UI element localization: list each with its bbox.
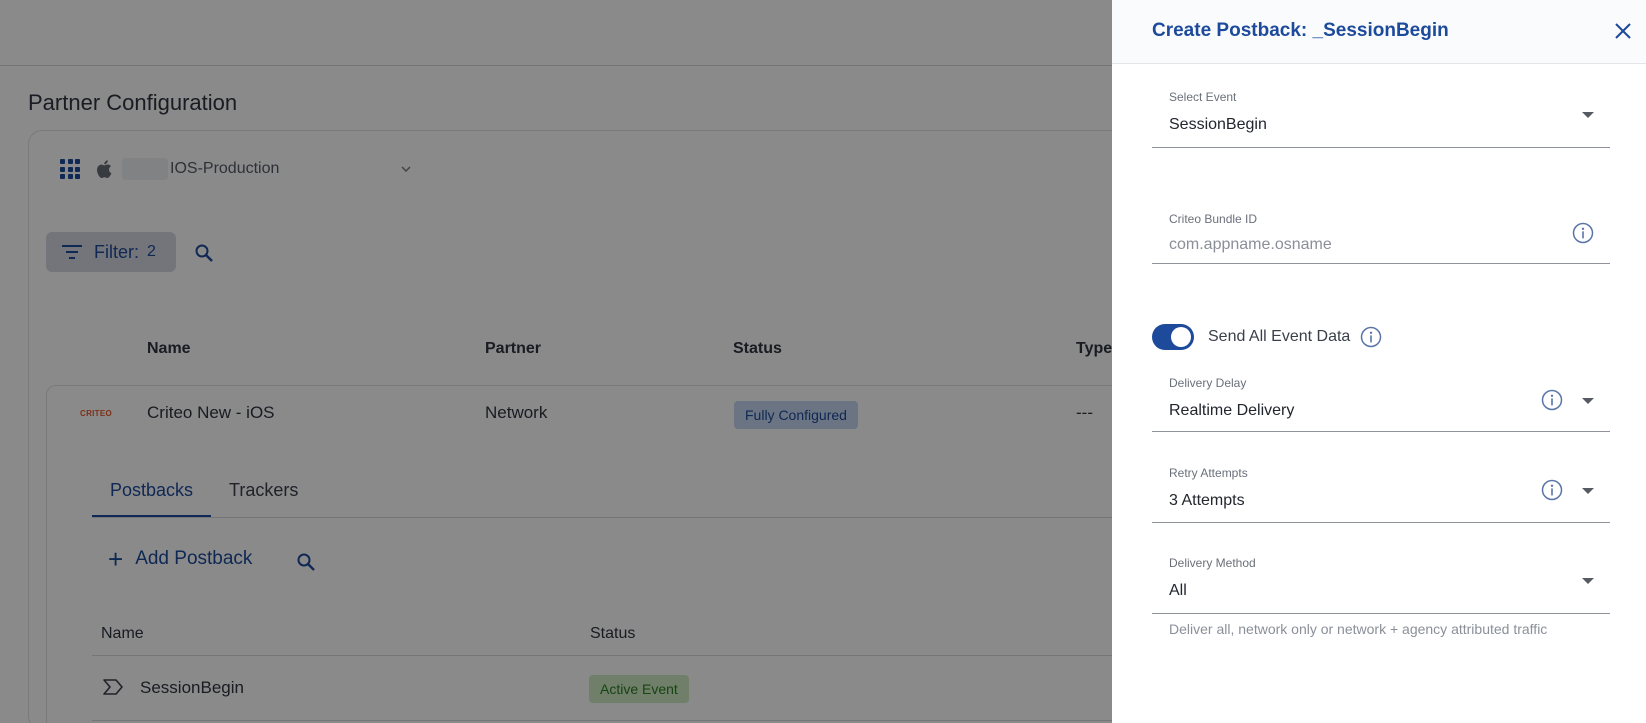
delivery-delay-value: Realtime Delivery — [1169, 402, 1295, 419]
send-all-event-data-label: Send All Event Data — [1208, 328, 1351, 345]
delivery-method-label: Delivery Method — [1169, 556, 1256, 570]
bundle-id-label: Criteo Bundle ID — [1169, 212, 1258, 226]
caret-down-icon — [1582, 488, 1594, 494]
delivery-delay-dropdown[interactable]: Delivery Delay Realtime Delivery — [1152, 370, 1610, 432]
select-event-value: SessionBegin — [1169, 116, 1267, 133]
delivery-method-helper-text: Deliver all, network only or network + a… — [1169, 621, 1548, 637]
panel-header: Create Postback: _SessionBegin — [1112, 0, 1646, 64]
caret-down-icon — [1582, 578, 1594, 584]
toggle-knob — [1171, 327, 1191, 347]
close-icon[interactable] — [1612, 20, 1634, 42]
delivery-delay-label: Delivery Delay — [1169, 376, 1247, 390]
info-icon[interactable] — [1541, 389, 1563, 411]
select-event-label: Select Event — [1169, 90, 1237, 104]
retry-attempts-value: 3 Attempts — [1169, 492, 1245, 509]
delivery-method-value: All — [1169, 582, 1187, 599]
info-icon[interactable] — [1360, 326, 1382, 348]
retry-attempts-dropdown[interactable]: Retry Attempts 3 Attempts — [1152, 460, 1610, 523]
caret-down-icon — [1582, 398, 1594, 404]
select-event-dropdown[interactable]: Select Event SessionBegin — [1152, 84, 1610, 148]
delivery-method-dropdown[interactable]: Delivery Method All — [1152, 550, 1610, 614]
create-postback-panel: Create Postback: _SessionBegin Select Ev… — [1112, 0, 1646, 723]
info-icon[interactable] — [1541, 479, 1563, 501]
info-icon[interactable] — [1572, 222, 1594, 244]
panel-title: Create Postback: _SessionBegin — [1152, 20, 1449, 41]
caret-down-icon — [1582, 112, 1594, 118]
bundle-id-field[interactable]: Criteo Bundle ID com.appname.osname — [1152, 206, 1610, 264]
retry-attempts-label: Retry Attempts — [1169, 466, 1248, 480]
send-all-event-data-toggle[interactable] — [1152, 324, 1194, 350]
bundle-id-placeholder: com.appname.osname — [1169, 236, 1332, 253]
